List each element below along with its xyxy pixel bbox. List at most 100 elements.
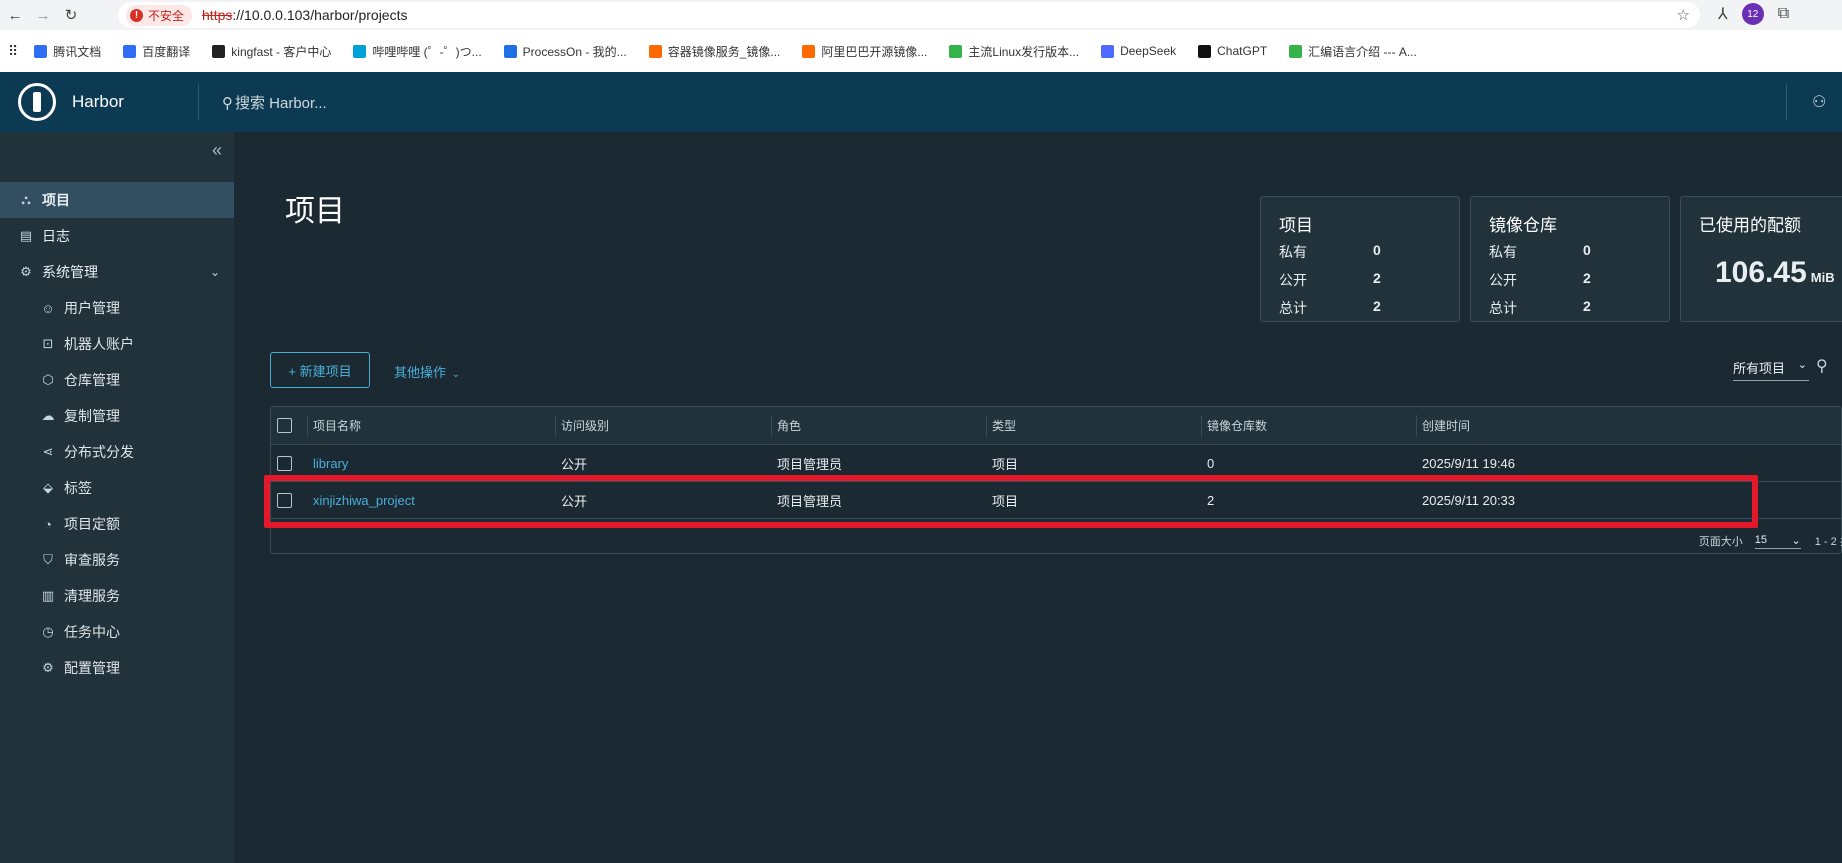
page-size-value: 15	[1754, 533, 1767, 546]
column-divider[interactable]	[771, 415, 772, 437]
harbor-logo-icon[interactable]	[18, 83, 56, 121]
new-project-button[interactable]: + 新建项目	[270, 352, 370, 388]
bookmark-label: 哔哩哔哩 (゜-゜)つ...	[372, 44, 482, 59]
quota-icon: ◔	[44, 516, 52, 532]
header-divider-right	[1786, 84, 1787, 120]
card-title: 镜像仓库	[1489, 216, 1557, 235]
reload-icon[interactable]: ↻	[58, 2, 84, 28]
card-title: 已使用的配额	[1699, 216, 1801, 235]
tag-icon: ⬙	[43, 480, 53, 495]
bookmark-item[interactable]: kingfast - 客户中心	[212, 43, 331, 60]
column-header[interactable]: 类型	[992, 407, 1016, 444]
stat-value: 0	[1583, 242, 1591, 258]
sidebar-item-label: 机器人账户	[64, 336, 134, 352]
bookmark-item[interactable]: 汇编语言介绍 --- A...	[1289, 43, 1417, 60]
trash-icon: ▥	[41, 588, 55, 603]
bookmark-item[interactable]: ProcessOn - 我的...	[503, 43, 627, 60]
more-actions-dropdown[interactable]: 其他操作 ⌄	[394, 362, 460, 381]
bookmark-favicon-icon	[1289, 44, 1303, 58]
pagination-summary: 1 - 2 共计 2	[1814, 536, 1842, 548]
quota-value: 106.45	[1715, 256, 1807, 289]
extension-badge[interactable]: 12	[1741, 3, 1764, 25]
sidebar-item-label: 任务中心	[64, 624, 120, 640]
sidebar-subitem-shield[interactable]: ⛉ 审查服务	[0, 542, 234, 578]
sidebar-item-label: 日志	[42, 228, 70, 244]
bookmark-item[interactable]: 腾讯文档	[34, 43, 101, 60]
sidebar-subitem-trash[interactable]: ▥ 清理服务	[0, 578, 234, 614]
select-all-checkbox[interactable]	[277, 418, 292, 433]
row-checkbox[interactable]	[277, 455, 292, 471]
bookmark-item[interactable]: 容器镜像服务_镜像...	[648, 43, 780, 60]
bookmark-item[interactable]: DeepSeek	[1101, 43, 1176, 60]
bookmark-item[interactable]: ChatGPT	[1198, 43, 1267, 60]
column-header[interactable]: 访问级别	[561, 407, 609, 444]
sidebar-subitem-replication[interactable]: ☁ 复制管理	[0, 398, 234, 434]
sidebar-item-label: 审查服务	[64, 552, 120, 568]
bookmark-label: ProcessOn - 我的...	[522, 44, 627, 59]
sidebar: « ⛬ 项目 ▤ 日志 ⚙ 系统管理 ⌄ ☺ 用户管理 ⊡ 机器人账户 ⬡ 仓库管理 ☁ 复制管理 ⋖ 分布式分…	[0, 132, 234, 863]
column-header[interactable]: 镜像仓库数	[1207, 407, 1267, 444]
user-icon[interactable]: ⚇	[1812, 92, 1826, 112]
stat-label: 总计	[1279, 300, 1307, 316]
bookmark-favicon-icon	[503, 44, 517, 58]
apps-icon[interactable]: ⠿	[8, 43, 18, 60]
sidebar-subitem-quota[interactable]: ◔ 项目定额	[0, 506, 234, 542]
brand-name[interactable]: Harbor	[72, 92, 124, 112]
table-header: 项目名称 访问级别 角色 类型 镜像仓库数 创建时间	[271, 407, 1841, 445]
bookmark-favicon-icon	[949, 44, 963, 58]
project-filter-select[interactable]: 所有项目 ⌄	[1733, 358, 1809, 381]
stat-label: 私有	[1279, 244, 1307, 260]
column-divider[interactable]	[1416, 415, 1417, 437]
highlight-annotation-box	[264, 475, 1758, 528]
column-divider[interactable]	[307, 415, 308, 437]
sidebar-subitem-distribution[interactable]: ⋖ 分布式分发	[0, 434, 234, 470]
sidebar-subitem-task[interactable]: ◷ 任务中心	[0, 614, 234, 650]
sidebar-subitem-settings[interactable]: ⚙ 配置管理	[0, 650, 234, 686]
users-icon: ☺	[41, 300, 55, 316]
page-size-select[interactable]: 15 ⌄	[1754, 533, 1801, 549]
bookmark-favicon-icon	[648, 44, 662, 58]
address-bar[interactable]: ! 不安全 https://10.0.0.103/harbor/projects…	[118, 2, 1700, 28]
sidebar-item-label: 清理服务	[64, 588, 120, 604]
bookmark-item[interactable]: 阿里巴巴开源镜像...	[802, 43, 927, 60]
sidebar-item-admin[interactable]: ⚙ 系统管理 ⌄	[0, 254, 234, 290]
sidebar-subitem-robot[interactable]: ⊡ 机器人账户	[0, 326, 234, 362]
robot-icon: ⊡	[42, 336, 54, 351]
sidebar-subitem-tag[interactable]: ⬙ 标签	[0, 470, 234, 506]
sidebar-subitem-users[interactable]: ☺ 用户管理	[0, 290, 234, 326]
chevron-down-icon[interactable]: ⌄	[210, 265, 220, 279]
stat-label: 公开	[1489, 272, 1517, 288]
search-input[interactable]: 搜索 Harbor...	[235, 92, 327, 113]
sidebar-item-label: 复制管理	[64, 408, 120, 424]
chevron-down-icon: ⌄	[1797, 359, 1807, 371]
collapse-sidebar-icon[interactable]: «	[212, 140, 222, 161]
distribution-icon: ⋖	[42, 444, 54, 459]
bookmark-star-icon[interactable]: ☆	[1677, 6, 1690, 24]
projects-summary-card: 项目 私有 0 公开 2 总计 2	[1260, 196, 1460, 322]
bookmarks-bar: ⠿ 腾讯文档 百度翻译 kingfast - 客户中心 哔哩哔哩 (゜-゜)つ... P…	[0, 30, 1842, 72]
card-title: 项目	[1279, 216, 1313, 235]
sidebar-item-label: 分布式分发	[64, 444, 134, 460]
back-icon[interactable]: ←	[2, 2, 28, 28]
chevron-down-icon: ⌄	[451, 369, 461, 380]
forward-icon[interactable]: →	[30, 2, 56, 28]
bookmark-label: DeepSeek	[1120, 44, 1177, 58]
sidebar-item-logs[interactable]: ▤ 日志	[0, 218, 234, 254]
column-header[interactable]: 创建时间	[1422, 407, 1470, 444]
sidebar-subitem-registry[interactable]: ⬡ 仓库管理	[0, 362, 234, 398]
column-divider[interactable]	[555, 415, 556, 437]
insecure-badge[interactable]: ! 不安全	[126, 4, 193, 26]
column-divider[interactable]	[986, 415, 987, 437]
extension-icon[interactable]: ⅄	[1718, 4, 1728, 24]
sidebar-item-projects[interactable]: ⛬ 项目	[0, 182, 234, 218]
settings-icon: ⚙	[42, 660, 54, 675]
global-search[interactable]: ⚲ 搜索 Harbor...	[222, 92, 327, 113]
bookmark-item[interactable]: 主流Linux发行版本...	[949, 43, 1079, 60]
column-header[interactable]: 项目名称	[313, 407, 361, 444]
bookmark-item[interactable]: 百度翻译	[123, 43, 190, 60]
search-icon[interactable]: ⚲	[1816, 356, 1828, 376]
bookmark-item[interactable]: 哔哩哔哩 (゜-゜)つ...	[353, 43, 482, 60]
column-header[interactable]: 角色	[777, 407, 801, 444]
puzzle-icon[interactable]: ⧉	[1778, 5, 1789, 23]
column-divider[interactable]	[1201, 415, 1202, 437]
